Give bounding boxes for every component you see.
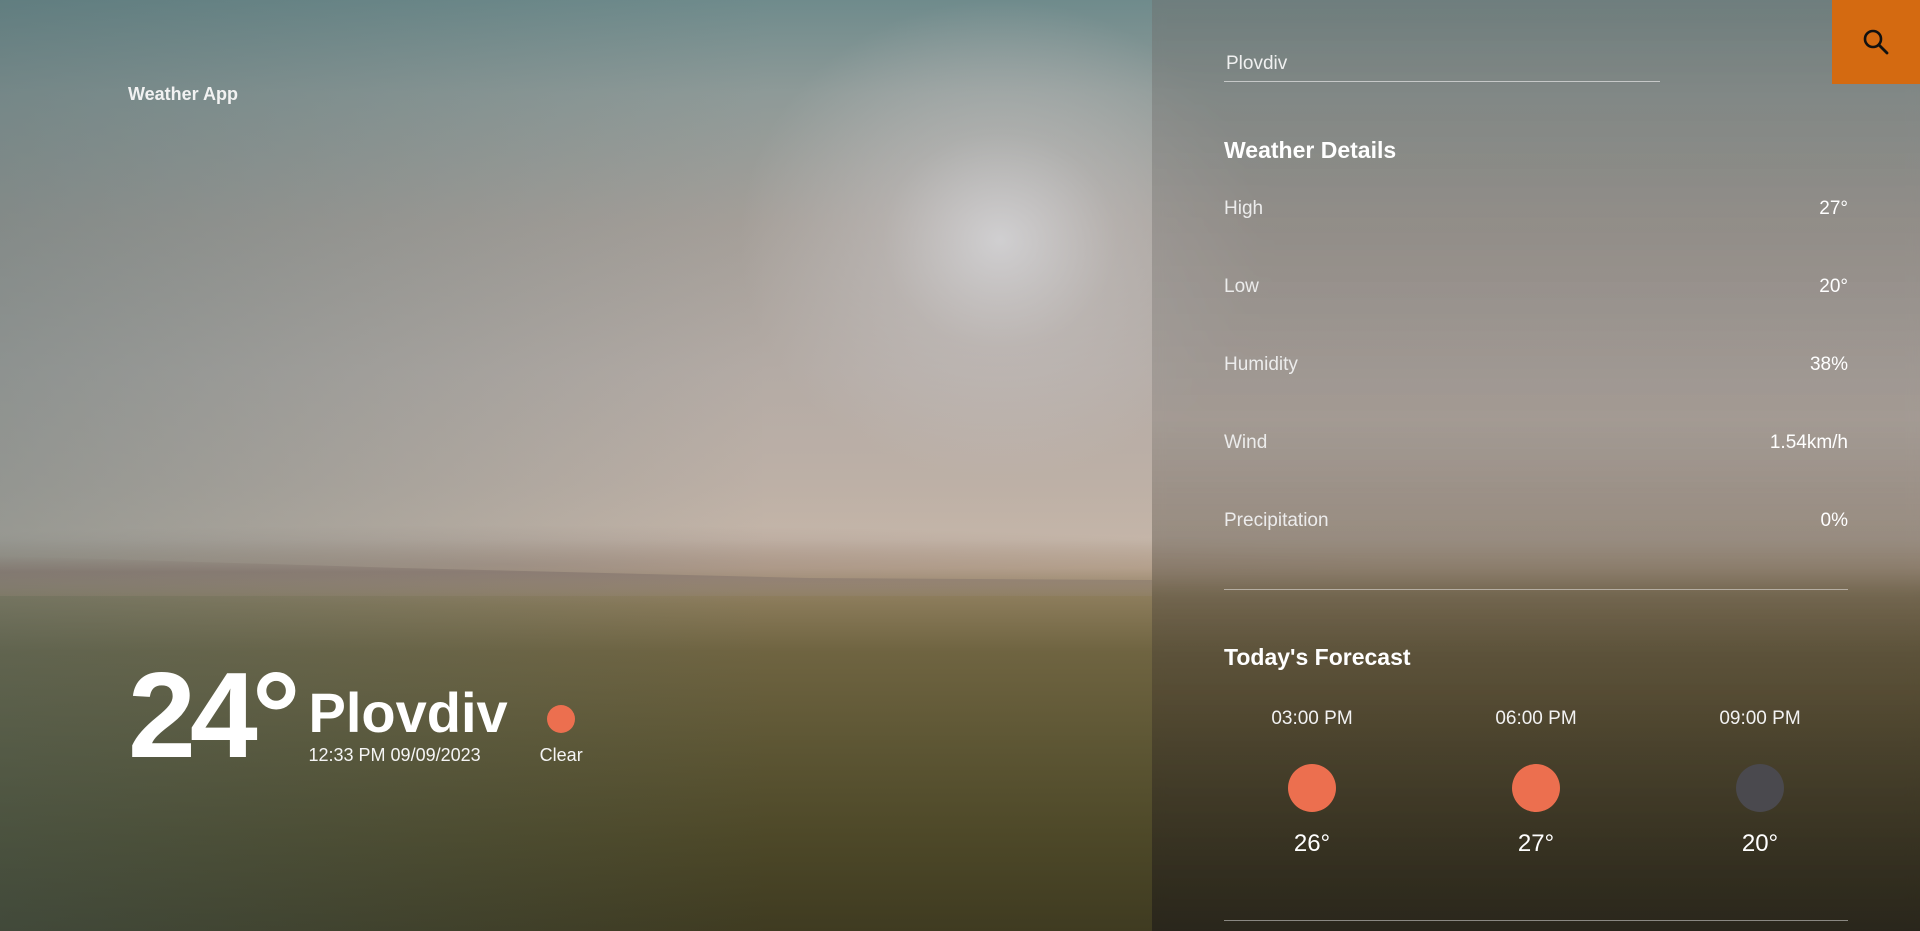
background-horizon [0, 556, 1152, 596]
detail-row-low: Low 20° [1224, 276, 1848, 354]
detail-label: Wind [1224, 432, 1268, 453]
forecast-title: Today's Forecast [1224, 644, 1411, 670]
city-name: Plovdiv [308, 681, 508, 744]
forecast-temp: 20° [1741, 830, 1779, 857]
divider [1224, 589, 1848, 590]
condition-text: Clear [539, 745, 583, 765]
forecast-item: 03:00 PM 26° [1224, 708, 1448, 858]
detail-label: Precipitation [1224, 510, 1329, 531]
forecast-temp: 27° [1517, 830, 1555, 857]
sun-icon [1288, 764, 1336, 812]
forecast-list: 03:00 PM 26° 06:00 PM 27° 09:00 PM 20° [1224, 708, 1896, 858]
app-brand: Weather App [128, 84, 239, 104]
detail-label: Humidity [1224, 354, 1298, 375]
forecast-item: 09:00 PM 20° [1672, 708, 1896, 858]
moon-icon [1736, 764, 1784, 812]
forecast-time: 06:00 PM [1495, 708, 1577, 729]
forecast-item: 06:00 PM 27° [1448, 708, 1672, 858]
detail-row-humidity: Humidity 38% [1224, 354, 1848, 432]
current-temperature: 24° [128, 647, 300, 783]
detail-row-precipitation: Precipitation 0% [1224, 510, 1848, 588]
search-input[interactable] [1224, 46, 1660, 82]
detail-row-high: High 27° [1224, 198, 1848, 276]
details-list: High 27° Low 20° Humidity 38% Wind 1.54k… [1224, 198, 1848, 588]
condition-block: Clear [540, 705, 583, 766]
forecast-time: 03:00 PM [1271, 708, 1353, 729]
detail-label: Low [1224, 276, 1259, 297]
current-datetime: 12:33 PM 09/09/2023 [308, 745, 481, 765]
detail-value: 27° [1819, 198, 1848, 219]
divider [1224, 920, 1848, 921]
weather-panel: Weather Details High 27° Low 20° Humidit… [1152, 0, 1920, 931]
detail-value: 20° [1819, 276, 1848, 297]
details-title: Weather Details [1224, 137, 1397, 163]
weather-app: Weather App 24° Plovdiv 12:33 PM 09/09/2… [0, 0, 1920, 931]
detail-row-wind: Wind 1.54km/h [1224, 432, 1848, 510]
detail-value: 0% [1820, 510, 1848, 531]
detail-value: 38% [1809, 354, 1848, 375]
search-button[interactable] [1832, 0, 1920, 84]
search-icon [1863, 29, 1889, 55]
forecast-temp: 26° [1293, 830, 1331, 857]
detail-value: 1.54km/h [1769, 432, 1848, 453]
sun-icon [547, 705, 576, 733]
sun-icon [1512, 764, 1560, 812]
city-block: Plovdiv 12:33 PM 09/09/2023 [309, 683, 508, 766]
current-weather: 24° Plovdiv 12:33 PM 09/09/2023 Clear [128, 647, 583, 783]
forecast-time: 09:00 PM [1719, 708, 1801, 729]
detail-label: High [1224, 198, 1264, 219]
